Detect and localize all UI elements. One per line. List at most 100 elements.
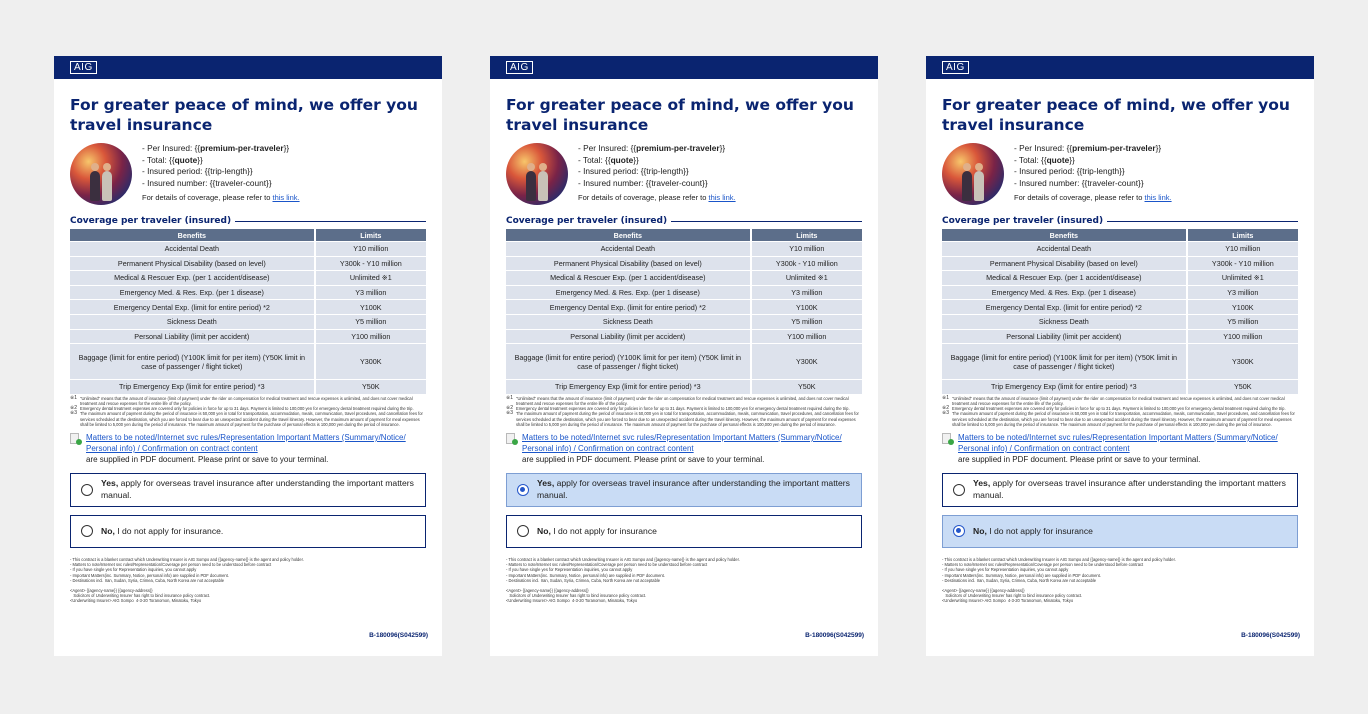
limit-cell: Y5 million — [315, 314, 426, 329]
limit-cell: Y50K — [751, 380, 862, 394]
yes-radio[interactable] — [517, 483, 529, 496]
insured-period-line: - Insured period: {{trip-length}} — [1014, 166, 1125, 176]
no-option-label: No, I do not apply for insurance. — [101, 525, 224, 536]
important-matters-link[interactable]: Matters to be noted/Internet svc rules/R… — [86, 433, 406, 453]
premium-info: - Per Insured: {{premium-per-traveler}} … — [70, 143, 426, 209]
travelers-photo — [70, 143, 132, 205]
benefit-cell: Trip Emergency Exp (limit for entire per… — [506, 380, 752, 394]
limit-cell: Y300K — [315, 344, 426, 380]
no-radio[interactable] — [953, 525, 965, 538]
limit-cell: Y100K — [1187, 300, 1298, 314]
limit-cell: Y100 million — [315, 329, 426, 344]
total-line: - Total: {{quote}} — [578, 154, 639, 165]
footer-notes: - This contract is a blanket contract wh… — [70, 557, 426, 604]
note-text: The maximum amount of payment during the… — [952, 411, 1295, 427]
coverage-notes: ※1 "Unlimited" means that the amount of i… — [942, 395, 1298, 427]
pdf-supplied-text: are supplied in PDF document. Please pri… — [86, 454, 329, 464]
page-title: For greater peace of mind, we offer you … — [942, 96, 1290, 134]
pdf-document-icon — [506, 432, 518, 445]
insured-period-line: - Insured period: {{trip-length}} — [578, 166, 689, 176]
coverage-notes: ※1 "Unlimited" means that the amount of i… — [70, 395, 426, 427]
insurance-panel-2: AIG For greater peace of mind, we offer … — [490, 56, 878, 656]
limit-cell: Y3 million — [315, 285, 426, 300]
limit-cell: Y50K — [1187, 380, 1298, 394]
coverage-details-link[interactable]: this link. — [709, 193, 736, 202]
coverage-details-link[interactable]: this link. — [273, 193, 300, 202]
limit-cell: Y300k - Y10 million — [1187, 256, 1298, 271]
apply-no-option[interactable]: No, I do not apply for insurance — [506, 514, 862, 548]
benefit-cell: Sickness Death — [942, 314, 1188, 329]
benefit-cell: Personal Liability (limit per accident) — [942, 329, 1188, 344]
coverage-note: ※1 "Unlimited" means that the amount of i… — [506, 395, 862, 406]
coverage-row: Personal Liability (limit per accident) Y… — [70, 329, 426, 344]
limit-cell: Unlimited ※1 — [751, 271, 862, 285]
limit-cell: Y100K — [315, 300, 426, 314]
coverage-row: Accidental Death Y10 million — [942, 242, 1298, 256]
yes-radio[interactable] — [81, 483, 93, 496]
limit-cell: Y100K — [751, 300, 862, 314]
limit-cell: Y10 million — [751, 242, 862, 256]
page-title: For greater peace of mind, we offer you … — [70, 96, 418, 134]
coverage-row: Emergency Med. & Res. Exp. (per 1 diseas… — [942, 285, 1298, 300]
note-mark: ※3 — [506, 410, 513, 417]
brand-header: AIG — [54, 56, 442, 79]
benefit-cell: Personal Liability (limit per accident) — [70, 329, 316, 344]
important-matters-link[interactable]: Matters to be noted/Internet svc rules/R… — [522, 433, 842, 453]
total-line: - Total: {{quote}} — [142, 154, 203, 165]
limit-cell: Y300k - Y10 million — [315, 256, 426, 271]
limits-header: Limits — [1187, 229, 1298, 241]
aig-logo: AIG — [70, 61, 97, 74]
benefit-cell: Accidental Death — [506, 242, 752, 256]
coverage-row: Emergency Dental Exp. (limit for entire … — [942, 300, 1298, 314]
coverage-note: ※3 The maximum amount of payment during t… — [942, 411, 1298, 427]
yes-option-label: Yes, apply for overseas travel insurance… — [973, 478, 1286, 500]
insurance-panel-1: AIG For greater peace of mind, we offer … — [54, 56, 442, 656]
apply-yes-option[interactable]: Yes, apply for overseas travel insurance… — [70, 472, 426, 507]
note-mark: ※3 — [942, 410, 949, 417]
apply-yes-option[interactable]: Yes, apply for overseas travel insurance… — [506, 472, 862, 507]
benefits-header: Benefits — [942, 229, 1188, 241]
limits-header: Limits — [315, 229, 426, 241]
benefits-header: Benefits — [506, 229, 752, 241]
pdf-supplied-text: are supplied in PDF document. Please pri… — [522, 454, 765, 464]
limit-cell: Y3 million — [1187, 285, 1298, 300]
benefit-cell: Accidental Death — [70, 242, 316, 256]
limit-cell: Y5 million — [1187, 314, 1298, 329]
limit-cell: Unlimited ※1 — [315, 271, 426, 285]
coverage-note: ※1 "Unlimited" means that the amount of i… — [942, 395, 1298, 406]
apply-yes-option[interactable]: Yes, apply for overseas travel insurance… — [942, 472, 1298, 507]
apply-no-option[interactable]: No, I do not apply for insurance. — [70, 514, 426, 548]
section-divider — [235, 220, 426, 222]
agent-line: <Underwriting Insurer> AIG Sompo 4-3-20 … — [506, 598, 638, 604]
benefit-cell: Personal Liability (limit per accident) — [506, 329, 752, 344]
yes-radio[interactable] — [953, 483, 965, 496]
coverage-row: Personal Liability (limit per accident) Y… — [942, 329, 1298, 344]
no-radio[interactable] — [81, 525, 93, 538]
coverage-row: Permanent Physical Disability (based on … — [70, 256, 426, 271]
page-title: For greater peace of mind, we offer you … — [506, 96, 854, 134]
yes-option-label: Yes, apply for overseas travel insurance… — [537, 478, 850, 500]
no-option-label: No, I do not apply for insurance — [537, 525, 657, 536]
coverage-row: Emergency Med. & Res. Exp. (per 1 diseas… — [70, 285, 426, 300]
limit-cell: Y50K — [315, 380, 426, 394]
coverage-details-link[interactable]: this link. — [1145, 193, 1172, 202]
benefit-cell: Permanent Physical Disability (based on … — [506, 256, 752, 271]
travelers-photo — [506, 143, 568, 205]
benefit-cell: Sickness Death — [70, 314, 316, 329]
important-matters-link[interactable]: Matters to be noted/Internet svc rules/R… — [958, 433, 1278, 453]
pdf-documents: Matters to be noted/Internet svc rules/R… — [942, 432, 1298, 465]
benefit-cell: Emergency Med. & Res. Exp. (per 1 diseas… — [506, 285, 752, 300]
aig-logo: AIG — [506, 61, 533, 74]
benefit-cell: Emergency Dental Exp. (limit for entire … — [942, 300, 1188, 314]
limit-cell: Y100 million — [751, 329, 862, 344]
coverage-row: Sickness Death Y5 million — [506, 314, 862, 329]
coverage-note: ※3 The maximum amount of payment during t… — [506, 411, 862, 427]
coverage-details-text: For details of coverage, please refer to… — [1014, 193, 1172, 202]
note-text: The maximum amount of payment during the… — [516, 411, 859, 427]
coverage-row: Trip Emergency Exp (limit for entire per… — [942, 380, 1298, 394]
coverage-row: Emergency Dental Exp. (limit for entire … — [70, 300, 426, 314]
apply-no-option[interactable]: No, I do not apply for insurance — [942, 514, 1298, 548]
no-radio[interactable] — [517, 525, 529, 538]
coverage-row: Sickness Death Y5 million — [942, 314, 1298, 329]
limit-cell: Y5 million — [751, 314, 862, 329]
